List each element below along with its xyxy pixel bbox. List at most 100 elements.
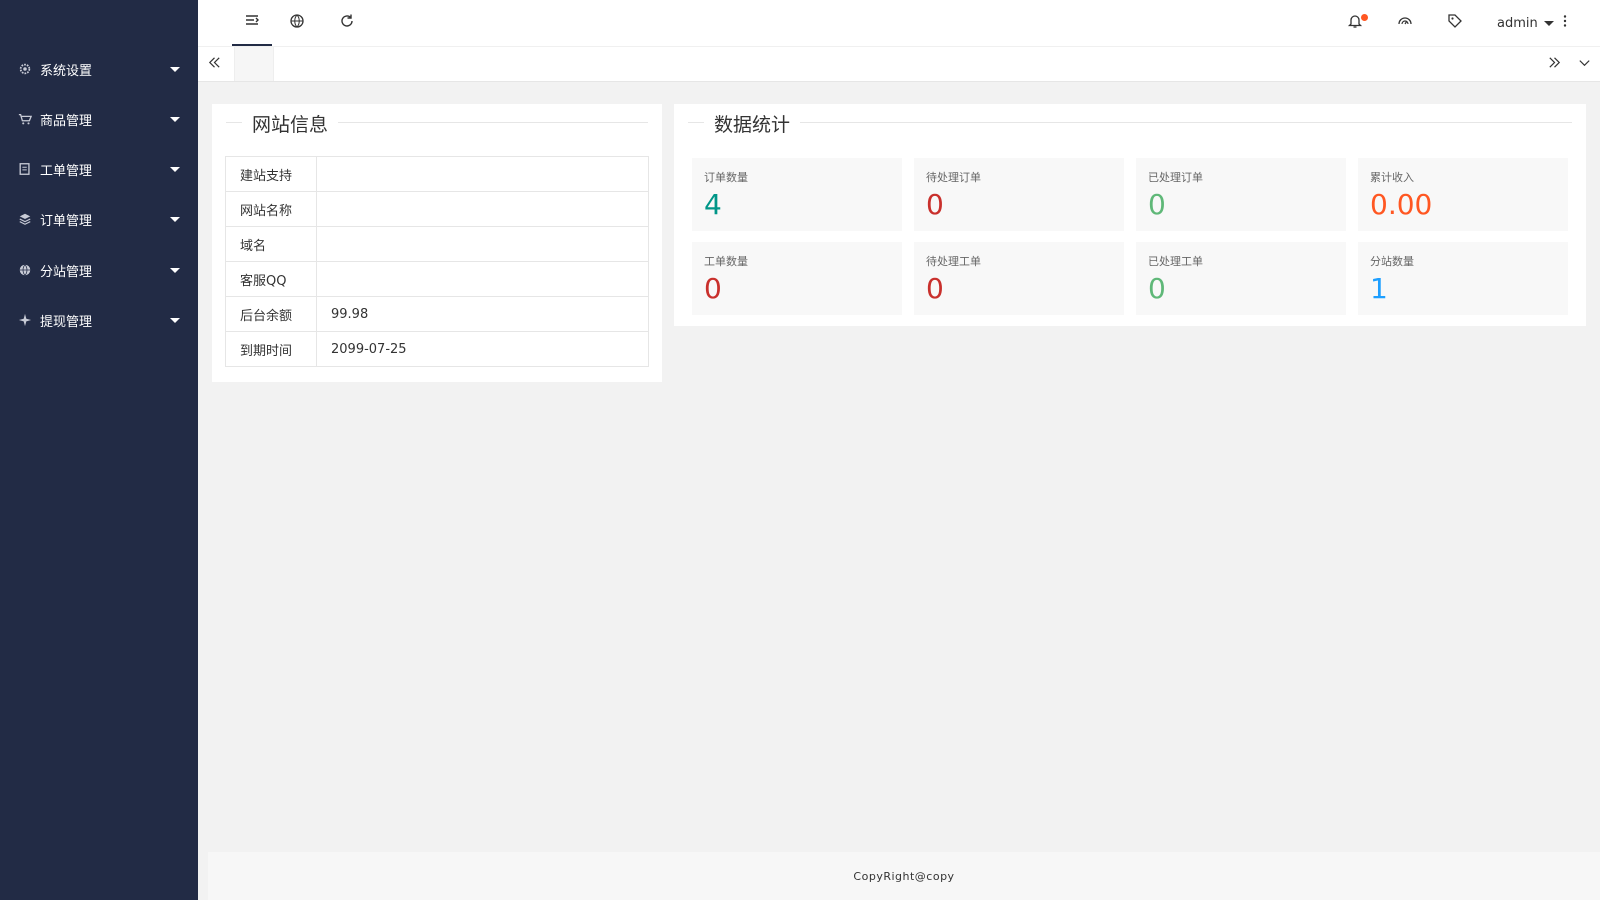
sidebar-item-label: 商品管理 <box>40 113 93 129</box>
table-row: 建站支持 <box>225 156 649 192</box>
site-info-table: 建站支持 网站名称 域名 客服QQ 后台余额 99.98 到期时间 2099-07-… <box>225 156 649 367</box>
sidebar-item-label: 工单管理 <box>40 163 93 179</box>
caret-down-icon <box>170 66 180 72</box>
user-name: admin <box>1497 15 1538 31</box>
caret-down-icon <box>170 216 180 222</box>
table-row: 后台余额 99.98 <box>225 296 649 332</box>
stat-value: 0.00 <box>1370 188 1433 221</box>
top-header: admin <box>198 0 1600 46</box>
table-value <box>316 156 649 192</box>
sidebar-item-orders[interactable]: 订单管理 <box>0 194 198 244</box>
sidebar-item-system-settings[interactable]: 系统设置 <box>0 44 198 94</box>
table-key: 域名 <box>225 226 317 262</box>
copyright-text: CopyRight@copy <box>853 869 955 883</box>
table-row: 到期时间 2099-07-25 <box>225 331 649 367</box>
site-info-panel: 网站信息 建站支持 网站名称 域名 客服QQ 后台余额 99.98 到期时间 209… <box>212 104 662 382</box>
table-key: 网站名称 <box>225 191 317 227</box>
site-info-title: 网站信息 <box>242 110 339 137</box>
more-button[interactable] <box>1550 0 1580 46</box>
stat-label: 已处理订单 <box>1148 171 1203 184</box>
sidebar-item-withdraw[interactable]: 提现管理 <box>0 295 198 345</box>
stat-label: 累计收入 <box>1370 171 1414 184</box>
sidebar-item-label: 分站管理 <box>40 264 93 280</box>
menu-toggle-button[interactable] <box>232 0 272 46</box>
double-chevron-left-icon <box>207 55 222 74</box>
notification-dot <box>1361 14 1368 21</box>
stat-value: 0 <box>926 188 944 221</box>
stat-card-processed-orders: 已处理订单 0 <box>1136 158 1346 231</box>
stat-card-pending-tickets: 待处理工单 0 <box>914 242 1124 315</box>
table-value <box>316 191 649 227</box>
stat-value: 0 <box>926 272 944 305</box>
double-chevron-right-icon <box>1547 55 1562 74</box>
stat-label: 待处理订单 <box>926 171 981 184</box>
stat-label: 工单数量 <box>704 255 748 268</box>
stat-value: 0 <box>1148 188 1166 221</box>
tag-button[interactable] <box>1440 0 1470 46</box>
stat-card-ticket-count: 工单数量 0 <box>692 242 902 315</box>
stat-value: 0 <box>704 272 722 305</box>
stat-label: 待处理工单 <box>926 255 981 268</box>
divider <box>688 122 1572 123</box>
table-value: 99.98 <box>316 296 649 332</box>
cart-icon <box>18 112 32 126</box>
tab-bar <box>198 46 1600 85</box>
stats-title: 数据统计 <box>704 110 801 137</box>
stat-label: 分站数量 <box>1370 255 1414 268</box>
tab-scroll-right-button[interactable] <box>1538 47 1570 81</box>
menu-toggle-icon <box>244 12 260 32</box>
refresh-icon <box>339 13 355 33</box>
theme-button[interactable] <box>1390 0 1420 46</box>
stat-card-order-count: 订单数量 4 <box>692 158 902 231</box>
table-value <box>316 226 649 262</box>
table-key: 后台余额 <box>225 296 317 332</box>
sidebar-item-substations[interactable]: 分站管理 <box>0 245 198 295</box>
sidebar-item-label: 订单管理 <box>40 213 93 229</box>
star-icon <box>18 313 32 327</box>
stats-panel: 数据统计 订单数量 4 待处理订单 0 已处理订单 0 累计收入 0.00 工单… <box>674 104 1586 326</box>
notification-button[interactable] <box>1340 0 1370 46</box>
sidebar: 系统设置 商品管理 工单管理 订单管理 分站管理 提现管理 <box>0 0 198 900</box>
stat-card-total-income: 累计收入 0.00 <box>1358 158 1568 231</box>
sidebar-item-label: 提现管理 <box>40 314 93 330</box>
site-home-button[interactable] <box>282 0 312 46</box>
table-key: 客服QQ <box>225 261 317 297</box>
tab-home[interactable] <box>234 47 274 85</box>
caret-down-icon <box>170 166 180 172</box>
stat-value: 0 <box>1148 272 1166 305</box>
table-row: 网站名称 <box>225 191 649 227</box>
refresh-button[interactable] <box>332 0 362 46</box>
globe-icon <box>289 13 305 33</box>
stat-label: 已处理工单 <box>1148 255 1203 268</box>
user-menu[interactable]: admin <box>1497 0 1554 46</box>
footer: CopyRight@copy <box>208 852 1600 900</box>
stat-label: 订单数量 <box>704 171 748 184</box>
tab-scroll-left-button[interactable] <box>198 47 230 81</box>
sidebar-item-label: 系统设置 <box>40 63 93 79</box>
table-value: 2099-07-25 <box>316 331 649 367</box>
tag-icon <box>1447 13 1463 33</box>
table-key: 到期时间 <box>225 331 317 367</box>
caret-down-icon <box>170 317 180 323</box>
sidebar-item-tickets[interactable]: 工单管理 <box>0 144 198 194</box>
table-key: 建站支持 <box>225 156 317 192</box>
sidebar-item-goods[interactable]: 商品管理 <box>0 94 198 144</box>
stat-card-pending-orders: 待处理订单 0 <box>914 158 1124 231</box>
stat-card-substation-count: 分站数量 1 <box>1358 242 1568 315</box>
caret-down-icon <box>170 116 180 122</box>
tab-options-button[interactable] <box>1568 47 1600 81</box>
globe-icon <box>18 263 32 277</box>
caret-down-icon <box>170 267 180 273</box>
table-row: 客服QQ <box>225 261 649 297</box>
ticket-icon <box>18 162 32 176</box>
gear-icon <box>18 62 32 76</box>
more-vertical-icon <box>1557 13 1573 33</box>
table-value <box>316 261 649 297</box>
stat-value: 1 <box>1370 272 1388 305</box>
stat-card-processed-tickets: 已处理工单 0 <box>1136 242 1346 315</box>
chevron-down-icon <box>1577 55 1592 74</box>
table-row: 域名 <box>225 226 649 262</box>
layers-icon <box>18 212 32 226</box>
theme-icon <box>1397 13 1413 33</box>
stat-value: 4 <box>704 188 722 221</box>
